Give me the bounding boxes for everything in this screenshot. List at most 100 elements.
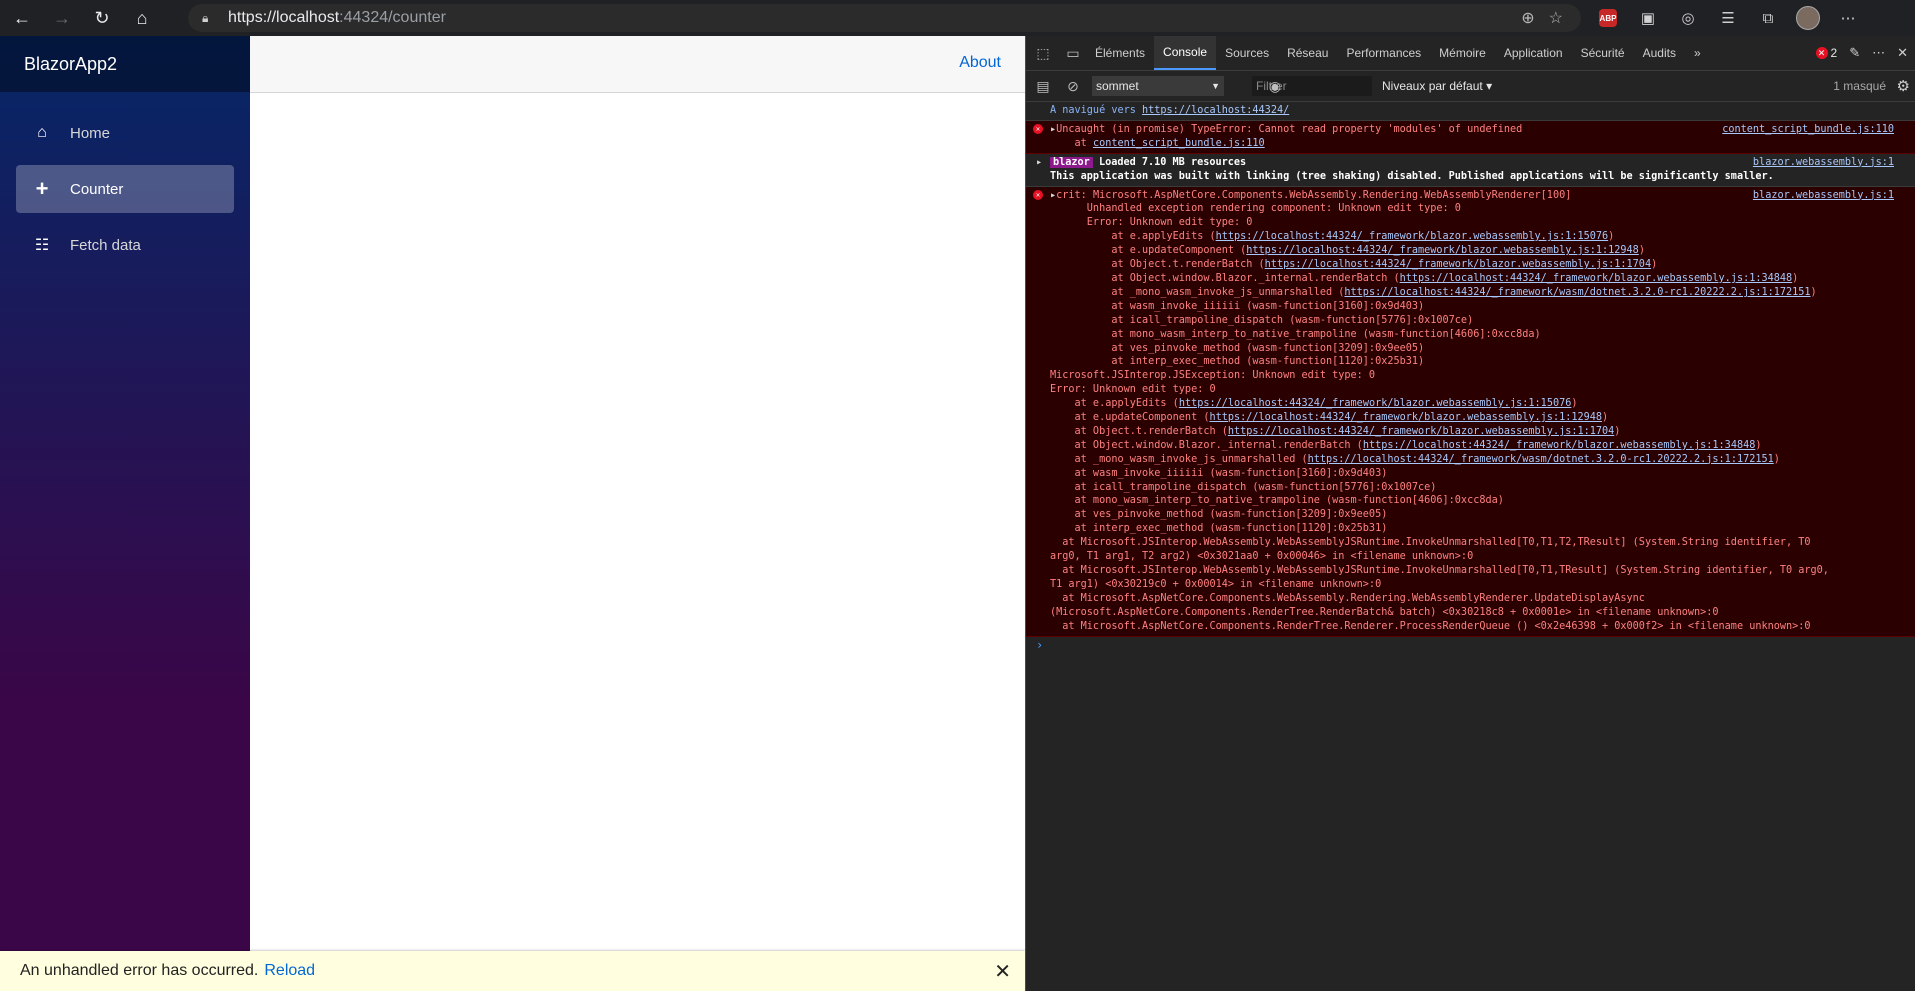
device-toolbar-icon[interactable]: ▭ <box>1060 40 1086 66</box>
console-error-crit: ✕ ▸crit: Microsoft.AspNetCore.Components.… <box>1026 186 1915 637</box>
adblock-icon[interactable]: ABP <box>1595 5 1621 31</box>
stack-link[interactable]: https://localhost:44324/_framework/blazo… <box>1216 231 1609 242</box>
nav-fetch-label: Fetch data <box>70 236 141 254</box>
address-url[interactable]: https://localhost:44324/counter <box>228 9 446 27</box>
favorites-list-icon[interactable]: ☰ <box>1715 5 1741 31</box>
tab-audits[interactable]: Audits <box>1634 36 1685 70</box>
feedback-icon[interactable]: ✎ <box>1849 45 1860 61</box>
nav-counter-label: Counter <box>70 180 124 198</box>
top-row: About <box>250 36 1025 93</box>
devtools-menu-icon[interactable]: ⋯ <box>1872 45 1885 61</box>
content-script-link[interactable]: content_script_bundle.js:110 <box>1093 138 1265 149</box>
sidebar-toggle-icon[interactable]: ▤ <box>1030 73 1056 99</box>
stack-link[interactable]: https://localhost:44324/_framework/blazo… <box>1209 412 1602 423</box>
favorite-star-icon[interactable]: ☆ <box>1549 8 1563 28</box>
stack-link[interactable]: https://localhost:44324/_framework/blazo… <box>1363 440 1756 451</box>
stack-line: at e.applyEdits (https://localhost:44324… <box>1050 398 1578 410</box>
nav-url-link[interactable]: https://localhost:44324/ <box>1142 105 1289 116</box>
stack-line: at Object.window.Blazor._internal.render… <box>1050 439 1762 451</box>
more-tabs-icon[interactable]: » <box>1685 36 1710 70</box>
stack-link[interactable]: https://localhost:44324/_framework/blazo… <box>1400 273 1793 284</box>
console-output: A navigué vers https://localhost:44324/ … <box>1026 102 1915 652</box>
stack-line: at Object.t.renderBatch (https://localho… <box>1050 259 1658 271</box>
context-select[interactable]: sommet ▼ <box>1092 76 1224 96</box>
stack-link[interactable]: https://localhost:44324/_framework/wasm/… <box>1344 287 1810 298</box>
home-browser-icon[interactable]: ⌂ <box>124 0 160 36</box>
about-link[interactable]: About <box>959 54 1001 72</box>
stack-link[interactable]: https://localhost:44324/_framework/blazo… <box>1179 398 1572 409</box>
blazor-error-ui: An unhandled error has occurred. Reload … <box>0 951 1025 991</box>
console-nav-message: A navigué vers https://localhost:44324/ <box>1026 102 1915 121</box>
stack-line: crit: Microsoft.AspNetCore.Components.We… <box>1056 189 1572 201</box>
stack-line: Error: Unknown edit type: 0 <box>1050 384 1216 396</box>
stack-line: at Microsoft.AspNetCore.Components.WebAs… <box>1050 592 1645 604</box>
blazor-badge: blazor <box>1050 156 1093 168</box>
crit-source-link[interactable]: blazor.webassembly.js:1 <box>1753 189 1894 203</box>
add-site-icon[interactable]: ⊕ <box>1521 8 1534 28</box>
tab-performance[interactable]: Performances <box>1337 36 1430 70</box>
blazor-source-link[interactable]: blazor.webassembly.js:1 <box>1753 156 1894 170</box>
forward-arrow-icon[interactable]: → <box>44 0 80 36</box>
stack-line: at mono_wasm_interp_to_native_trampoline… <box>1050 328 1541 340</box>
browser-toolbar: ← → ↻ ⌂ 🔒︎ https://localhost:44324/count… <box>0 0 1915 36</box>
brand[interactable]: BlazorApp2 <box>0 36 250 92</box>
stack-line: arg0, T1 arg1, T2 arg2) <0x3021aa0 + 0x0… <box>1050 551 1474 563</box>
stack-line: Error: Unknown edit type: 0 <box>1050 217 1253 229</box>
stack-link[interactable]: https://localhost:44324/_framework/wasm/… <box>1308 454 1774 465</box>
tab-network[interactable]: Réseau <box>1278 36 1337 70</box>
stack-line: at icall_trampoline_dispatch (wasm-funct… <box>1050 481 1437 493</box>
nav-home[interactable]: ⌂ Home <box>16 109 234 157</box>
stack-link[interactable]: https://localhost:44324/_framework/blazo… <box>1246 245 1639 256</box>
stack-link[interactable]: https://localhost:44324/_framework/blazo… <box>1228 426 1614 437</box>
stack-line: at _mono_wasm_invoke_js_unmarshalled (ht… <box>1050 286 1817 298</box>
home-icon: ⌂ <box>37 124 47 141</box>
stack-line: at e.applyEdits (https://localhost:44324… <box>1050 231 1615 243</box>
inspect-element-icon[interactable]: ⬚ <box>1030 40 1056 66</box>
nav-fetch-data[interactable]: ☷ Fetch data <box>16 221 234 269</box>
tab-sources[interactable]: Sources <box>1216 36 1278 70</box>
stack-line: at Microsoft.AspNetCore.Components.Rende… <box>1050 620 1811 632</box>
tab-application[interactable]: Application <box>1495 36 1572 70</box>
stack-line: at Microsoft.JSInterop.WebAssembly.WebAs… <box>1050 565 1829 576</box>
nav-home-label: Home <box>70 124 111 142</box>
stack-line: at e.updateComponent (https://localhost:… <box>1050 412 1609 424</box>
stack-line: at _mono_wasm_invoke_js_unmarshalled (ht… <box>1050 453 1780 465</box>
tab-security[interactable]: Sécurité <box>1572 36 1634 70</box>
error-counter[interactable]: ✕ 2 <box>1815 46 1837 60</box>
nav-counter[interactable]: + Counter <box>16 165 234 213</box>
back-arrow-icon[interactable]: ← <box>4 0 40 36</box>
expand-triangle-icon[interactable]: ▸ <box>1036 156 1042 170</box>
list-icon: ☷ <box>34 237 50 254</box>
error-icon: ✕ <box>1815 47 1828 59</box>
console-prompt[interactable]: › <box>1026 637 1915 653</box>
live-expression-eye-icon[interactable]: ◉ <box>1262 73 1288 99</box>
stack-link[interactable]: https://localhost:44324/_framework/blazo… <box>1265 259 1651 270</box>
profile-avatar[interactable] <box>1795 5 1821 31</box>
tab-console[interactable]: Console <box>1154 36 1217 70</box>
stack-line: at ves_pinvoke_method (wasm-function[320… <box>1050 342 1425 354</box>
refresh-icon[interactable]: ↻ <box>84 0 120 36</box>
tab-memory[interactable]: Mémoire <box>1430 36 1495 70</box>
console-toolbar: ▤ ⊘ sommet ▼ ◉ Filtrer Niveaux par défaut… <box>1026 71 1915 102</box>
console-error-1: ✕ ▸Uncaught (in promise) TypeError: Canno… <box>1026 120 1915 154</box>
stack-line: Microsoft.JSInterop.JSException: Unknown… <box>1050 370 1376 382</box>
clear-console-icon[interactable]: ⊘ <box>1060 73 1086 99</box>
error1-source-link[interactable]: content_script_bundle.js:110 <box>1722 123 1894 137</box>
extension-icon[interactable]: ▣ <box>1635 5 1661 31</box>
stack-line: Unhandled exception rendering component:… <box>1050 203 1461 215</box>
error-icon: ✕ <box>1033 189 1043 200</box>
tab-elements[interactable]: Éléments <box>1086 36 1154 70</box>
stack-line: at Microsoft.JSInterop.WebAssembly.WebAs… <box>1050 537 1811 549</box>
devtools-panel: ⬚ ▭ Éléments Console Sources Réseau Perf… <box>1025 36 1915 991</box>
stack-line: at mono_wasm_interp_to_native_trampoline… <box>1050 495 1504 507</box>
target-extension-icon[interactable]: ◎ <box>1675 5 1701 31</box>
close-devtools-icon[interactable]: ✕ <box>1897 45 1908 61</box>
gear-icon[interactable]: ⚙ <box>1897 77 1910 95</box>
log-levels-dropdown[interactable]: Niveaux par défaut ▾ <box>1382 79 1492 93</box>
collections-icon[interactable]: ⧉ <box>1755 5 1781 31</box>
address-bar[interactable]: 🔒︎ https://localhost:44324/counter ⊕ ☆ <box>188 4 1581 32</box>
hidden-count: 1 masqué <box>1833 79 1886 93</box>
more-menu-icon[interactable]: ⋯ <box>1835 5 1861 31</box>
dismiss-icon[interactable]: ✕ <box>994 959 1011 984</box>
reload-link[interactable]: Reload <box>264 962 315 980</box>
